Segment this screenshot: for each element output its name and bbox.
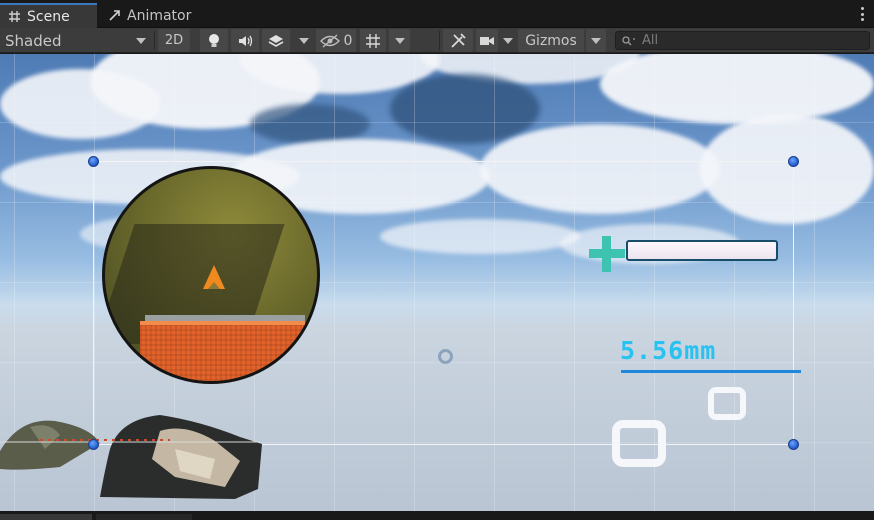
canvas-bounds-left	[93, 161, 94, 445]
health-plus-icon	[589, 236, 625, 272]
sky-cloud-shadow	[250, 104, 370, 144]
grid-line	[0, 362, 874, 363]
rect-handle-top-left[interactable]	[88, 156, 99, 167]
scene-toolbar: Shaded 2D 0 Gizmos All	[0, 28, 874, 53]
draw-mode-dropdown[interactable]: Shaded	[0, 29, 152, 52]
measurement-underline	[621, 370, 801, 373]
tools-icon	[451, 32, 466, 48]
tab-scene[interactable]: Scene	[0, 3, 97, 28]
rect-handle-bottom-left[interactable]	[88, 439, 99, 450]
divider	[154, 31, 155, 50]
grid-snap-dropdown[interactable]	[389, 29, 410, 52]
canvas-bounds-right	[793, 161, 794, 445]
camera-settings-button[interactable]	[476, 29, 498, 52]
player-arrow-notch	[208, 282, 220, 289]
lightbulb-icon	[209, 33, 219, 47]
search-icon	[622, 35, 635, 45]
measurement-readout: 5.56mm	[620, 336, 717, 365]
tab-scene-label: Scene	[27, 8, 70, 25]
sky-cloud	[480, 124, 720, 214]
grid-snap-button[interactable]	[360, 29, 386, 52]
divider	[439, 31, 440, 50]
grid-line	[0, 122, 874, 123]
chevron-down-icon	[394, 37, 405, 44]
scene-viewport[interactable]: 5.56mm	[0, 54, 874, 511]
rect-handle-bottom-right[interactable]	[788, 439, 799, 450]
gizmos-label: Gizmos	[525, 32, 577, 49]
chevron-down-icon	[136, 37, 146, 44]
chevron-down-icon	[503, 37, 513, 44]
draw-mode-label: Shaded	[5, 31, 62, 50]
minimap	[102, 166, 320, 384]
ui-ring-small	[708, 387, 746, 420]
gizmos-button[interactable]: Gizmos	[518, 29, 584, 52]
effects-icon	[268, 34, 284, 47]
tab-strip: Scene Animator	[0, 0, 874, 28]
effects-toggle-button[interactable]	[262, 29, 290, 52]
health-bar	[626, 240, 778, 261]
audio-icon	[239, 35, 253, 46]
tab-animator-label: Animator	[127, 7, 192, 24]
chevron-down-icon	[591, 37, 601, 44]
grid-icon	[9, 11, 20, 22]
hidden-objects-toggle[interactable]: 0	[316, 29, 356, 52]
sky-cloud	[380, 219, 580, 254]
search-field[interactable]: All	[615, 31, 870, 50]
2d-label: 2D	[164, 33, 184, 48]
chevron-down-icon	[299, 37, 309, 44]
camera-dropdown[interactable]	[499, 29, 517, 52]
minimap-box	[140, 321, 305, 381]
grid-snap-icon	[366, 33, 380, 48]
tab-animator[interactable]: Animator	[100, 3, 201, 28]
sky-cloud	[700, 114, 874, 224]
sky-cloud	[600, 54, 874, 124]
scene-tools-button[interactable]	[443, 29, 473, 52]
sky-cloud-shadow	[390, 74, 540, 144]
effects-dropdown[interactable]	[293, 29, 315, 52]
visibility-icon	[319, 33, 340, 48]
canvas-bounds-top	[94, 161, 794, 162]
bottom-tab[interactable]	[0, 514, 92, 520]
search-placeholder: All	[642, 33, 659, 48]
2d-toggle-button[interactable]: 2D	[158, 29, 190, 52]
lighting-toggle-button[interactable]	[200, 29, 228, 52]
camera-icon	[480, 36, 494, 45]
audio-toggle-button[interactable]	[231, 29, 259, 52]
animator-icon	[109, 10, 120, 21]
pivot-gizmo-icon[interactable]	[438, 349, 453, 364]
sky-cloud	[0, 69, 160, 139]
terrain-mesh	[0, 415, 262, 499]
rect-handle-top-right[interactable]	[788, 156, 799, 167]
gizmos-dropdown[interactable]	[586, 29, 606, 52]
bottom-panel-strip	[0, 511, 874, 520]
ui-ring-large	[612, 420, 666, 467]
bottom-tab[interactable]	[96, 514, 192, 520]
hidden-count: 0	[343, 32, 353, 49]
more-options-icon[interactable]	[860, 7, 864, 21]
